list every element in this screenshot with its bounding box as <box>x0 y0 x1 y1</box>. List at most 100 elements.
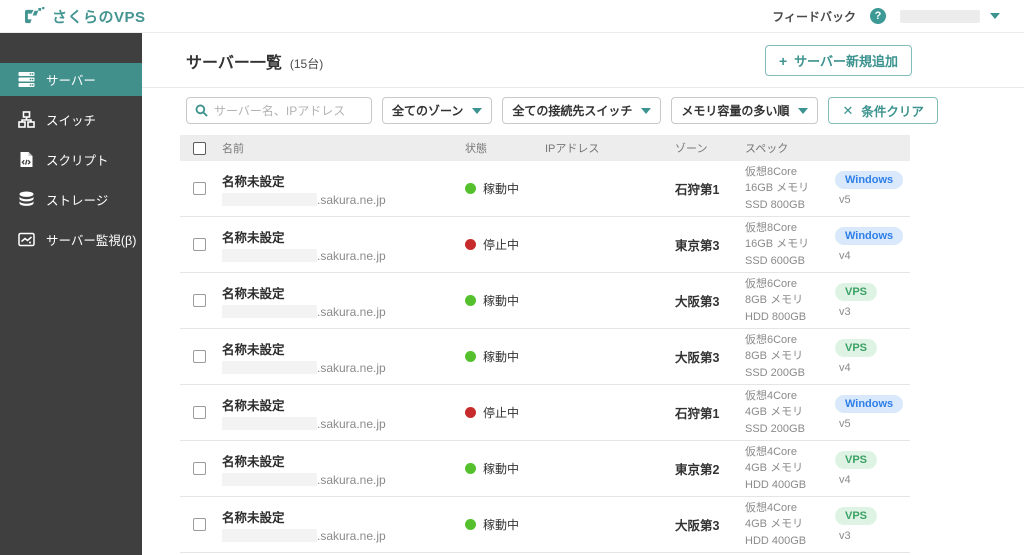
sidebar-item-monitoring[interactable]: サーバー監視(β) <box>0 223 142 256</box>
search-icon <box>195 104 208 117</box>
spec-cpu: 仮想4Core <box>745 389 797 402</box>
zone-label: 大阪第3 <box>675 519 720 533</box>
version-label: v3 <box>839 530 851 542</box>
row-checkbox[interactable] <box>193 294 206 307</box>
zone-label: 東京第2 <box>675 463 720 477</box>
col-header-name: 名前 <box>222 143 244 155</box>
spec-disk: HDD 400GB <box>745 478 807 491</box>
spec-cell: 仮想8Core 16GB メモリ SSD 800GB <box>745 164 835 214</box>
status-cell: 稼動中 <box>465 348 545 365</box>
version-label: v5 <box>839 194 851 206</box>
sidebar-item-label: サーバー <box>46 74 96 88</box>
domain-suffix: .sakura.ne.jp <box>317 360 386 375</box>
version-label: v4 <box>839 250 851 262</box>
row-checkbox[interactable] <box>193 462 206 475</box>
search-input[interactable] <box>214 103 363 118</box>
close-icon: ✕ <box>842 102 854 118</box>
spec-memory: 4GB メモリ <box>745 462 804 475</box>
add-server-button[interactable]: + サーバー新規追加 <box>764 45 912 76</box>
status-dot <box>465 407 476 418</box>
plan-badge: VPS <box>835 451 878 469</box>
status-label: 稼動中 <box>483 350 520 364</box>
sidebar-item-server[interactable]: サーバー <box>0 63 142 96</box>
status-cell: 稼動中 <box>465 292 545 309</box>
sort-select[interactable]: メモリ容量の多い順 <box>671 97 819 124</box>
hostname-redacted <box>222 193 317 206</box>
row-checkbox[interactable] <box>193 518 206 531</box>
domain-suffix: .sakura.ne.jp <box>317 248 386 263</box>
spec-memory: 16GB メモリ <box>745 238 810 251</box>
zone-label: 大阪第3 <box>675 351 720 365</box>
spec-cell: 仮想6Core 8GB メモリ SSD 200GB <box>745 332 835 382</box>
status-label: 稼動中 <box>483 294 520 308</box>
plan-badge: Windows <box>835 395 904 413</box>
sakura-logo-icon <box>24 6 45 26</box>
status-dot <box>465 239 476 250</box>
chevron-down-icon <box>798 107 809 114</box>
zone-label: 石狩第1 <box>675 183 720 197</box>
select-all-checkbox[interactable] <box>193 141 206 155</box>
server-name: 名称未設定 <box>222 342 285 357</box>
status-label: 稼動中 <box>483 462 520 476</box>
status-dot <box>465 351 476 362</box>
account-menu[interactable] <box>900 9 1000 23</box>
spec-memory: 16GB メモリ <box>745 182 810 195</box>
table-row[interactable]: 名称未設定 .sakura.ne.jp 稼動中 石狩第1 仮想8Core 16G… <box>180 161 910 217</box>
version-label: v4 <box>839 362 851 374</box>
spec-memory: 8GB メモリ <box>745 294 804 307</box>
status-cell: 停止中 <box>465 236 545 253</box>
chevron-down-icon <box>990 13 1000 19</box>
spec-cpu: 仮想6Core <box>745 333 797 346</box>
sidebar-item-label: サーバー監視(β) <box>46 234 137 248</box>
row-checkbox[interactable] <box>193 406 206 419</box>
row-checkbox[interactable] <box>193 238 206 251</box>
spec-memory: 8GB メモリ <box>745 350 804 363</box>
hostname-redacted <box>222 473 317 486</box>
table-row[interactable]: 名称未設定 .sakura.ne.jp 停止中 石狩第1 仮想4Core 4GB… <box>180 385 910 441</box>
status-dot <box>465 295 476 306</box>
spec-disk: HDD 800GB <box>745 310 807 323</box>
table-row[interactable]: 名称未設定 .sakura.ne.jp 稼動中 大阪第3 仮想6Core 8GB… <box>180 329 910 385</box>
col-header-ip: IPアドレス <box>545 143 600 155</box>
clear-filters-button[interactable]: ✕ 条件クリア <box>828 97 938 124</box>
domain-suffix: .sakura.ne.jp <box>317 416 386 431</box>
sidebar-item-storage[interactable]: ストレージ <box>0 183 142 216</box>
sidebar-item-label: スイッチ <box>46 114 97 128</box>
spec-memory: 4GB メモリ <box>745 518 804 531</box>
row-checkbox[interactable] <box>193 350 206 363</box>
col-header-status: 状態 <box>465 143 487 155</box>
status-cell: 停止中 <box>465 404 545 421</box>
version-label: v3 <box>839 306 851 318</box>
table-row[interactable]: 名称未設定 .sakura.ne.jp 稼動中 大阪第3 仮想4Core 4GB… <box>180 497 910 553</box>
search-box[interactable] <box>186 97 372 124</box>
sidebar-item-switch[interactable]: スイッチ <box>0 103 142 136</box>
spec-disk: SSD 200GB <box>745 366 805 379</box>
table-row[interactable]: 名称未設定 .sakura.ne.jp 稼動中 大阪第3 仮想6Core 8GB… <box>180 273 910 329</box>
status-label: 稼動中 <box>483 182 520 196</box>
spec-memory: 4GB メモリ <box>745 406 804 419</box>
switch-select[interactable]: 全ての接続先スイッチ <box>502 97 662 124</box>
logo-text: さくらのVPS <box>52 8 146 26</box>
sidebar-item-label: ストレージ <box>46 194 109 208</box>
plan-badge: Windows <box>835 171 904 189</box>
spec-disk: SSD 600GB <box>745 254 805 267</box>
row-checkbox[interactable] <box>193 182 206 195</box>
spec-cell: 仮想4Core 4GB メモリ SSD 200GB <box>745 388 835 438</box>
plan-badge: VPS <box>835 339 878 357</box>
sidebar-item-script[interactable]: スクリプト <box>0 143 142 176</box>
zone-select[interactable]: 全てのゾーン <box>382 97 493 124</box>
server-count: (15台) <box>289 56 324 71</box>
storage-icon <box>18 191 35 208</box>
feedback-link[interactable]: フィードバック <box>772 8 856 25</box>
status-cell: 稼動中 <box>465 180 545 197</box>
chevron-down-icon <box>641 107 652 114</box>
spec-disk: SSD 200GB <box>745 422 805 435</box>
table-row[interactable]: 名称未設定 .sakura.ne.jp 稼動中 東京第2 仮想4Core 4GB… <box>180 441 910 497</box>
table-row[interactable]: 名称未設定 .sakura.ne.jp 停止中 東京第3 仮想8Core 16G… <box>180 217 910 273</box>
help-icon[interactable]: ? <box>870 8 886 24</box>
server-name: 名称未設定 <box>222 398 285 413</box>
plan-badge: Windows <box>835 227 904 245</box>
hostname-redacted <box>222 249 317 262</box>
server-name: 名称未設定 <box>222 230 285 245</box>
app-logo[interactable]: さくらのVPS <box>24 6 146 27</box>
